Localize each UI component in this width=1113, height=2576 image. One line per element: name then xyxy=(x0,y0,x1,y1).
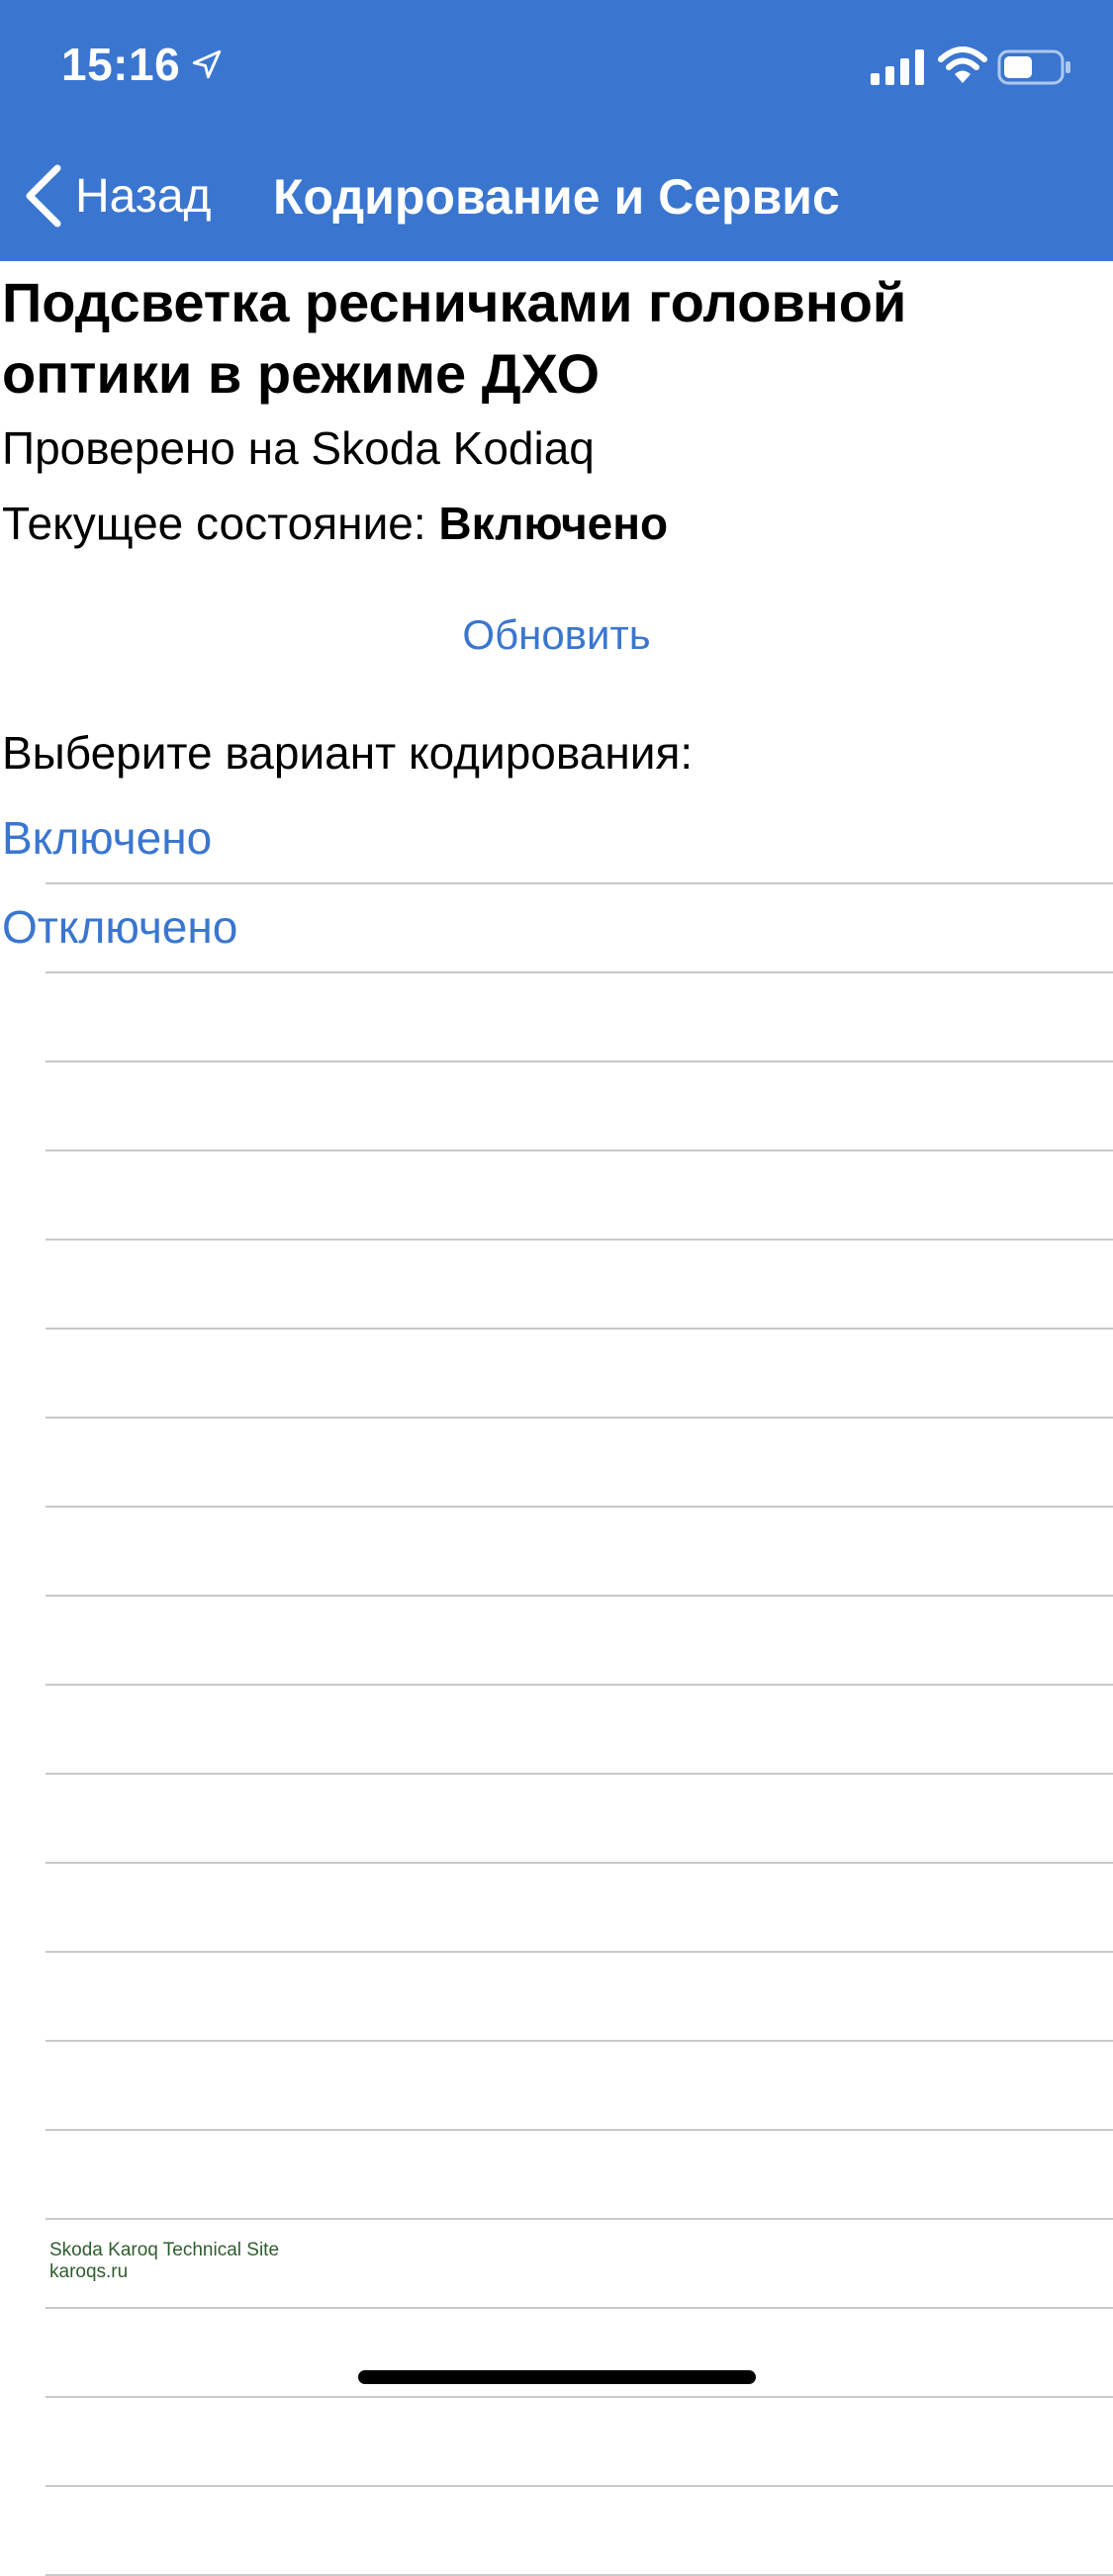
empty-row xyxy=(0,1864,1113,1953)
choose-option-label: Выберите вариант кодирования: xyxy=(2,727,694,779)
status-time-label: 15:16 xyxy=(61,39,181,90)
current-state-label: Текущее состояние: xyxy=(2,498,439,549)
feature-heading: Подсветка ресничками головной оптики в р… xyxy=(2,271,907,405)
cellular-signal-icon xyxy=(871,49,924,85)
watermark: Skoda Karoq Technical Site karoqs.ru xyxy=(49,2240,279,2283)
navigation-bar: 15:16 Назад Кодирование и Сервис xyxy=(0,0,1113,261)
chevron-left-icon xyxy=(26,164,61,228)
empty-row xyxy=(0,1330,1113,1419)
current-state-value: Включено xyxy=(438,498,669,549)
empty-row xyxy=(0,1775,1113,1864)
tested-on-text: Проверено на Skoda Kodiaq xyxy=(2,422,595,474)
empty-row xyxy=(0,2042,1113,2131)
empty-row xyxy=(0,1241,1113,1330)
watermark-line2: karoqs.ru xyxy=(49,2261,129,2282)
current-state: Текущее состояние: Включено xyxy=(2,497,668,550)
option-row-enabled[interactable]: Включено xyxy=(0,795,1113,884)
option-row-disabled[interactable]: Отключено xyxy=(0,884,1113,973)
page-title: Кодирование и Сервис xyxy=(273,169,840,225)
option-enabled-label[interactable]: Включено xyxy=(2,811,212,865)
empty-row xyxy=(0,1062,1113,1151)
empty-row xyxy=(0,1419,1113,1508)
back-button[interactable]: Назад xyxy=(24,164,212,228)
home-indicator[interactable] xyxy=(358,2370,756,2384)
empty-row xyxy=(0,1597,1113,1686)
empty-row xyxy=(0,1953,1113,2042)
status-time: 15:16 xyxy=(61,38,224,91)
back-button-label: Назад xyxy=(75,169,212,223)
empty-row xyxy=(0,973,1113,1062)
refresh-button[interactable]: Обновить xyxy=(0,611,1113,659)
empty-row xyxy=(0,2309,1113,2398)
empty-row xyxy=(0,2131,1113,2220)
option-disabled-label[interactable]: Отключено xyxy=(2,900,237,954)
coding-options-list: Включено Отключено xyxy=(0,795,1113,2576)
empty-row xyxy=(0,1151,1113,1241)
empty-row xyxy=(0,2398,1113,2487)
wifi-icon xyxy=(938,46,987,83)
battery-icon xyxy=(997,49,1070,85)
location-arrow-icon xyxy=(192,49,222,79)
watermark-line1: Skoda Karoq Technical Site xyxy=(49,2240,280,2260)
empty-row xyxy=(0,2487,1113,2576)
empty-row xyxy=(0,1508,1113,1597)
empty-row xyxy=(0,1686,1113,1775)
